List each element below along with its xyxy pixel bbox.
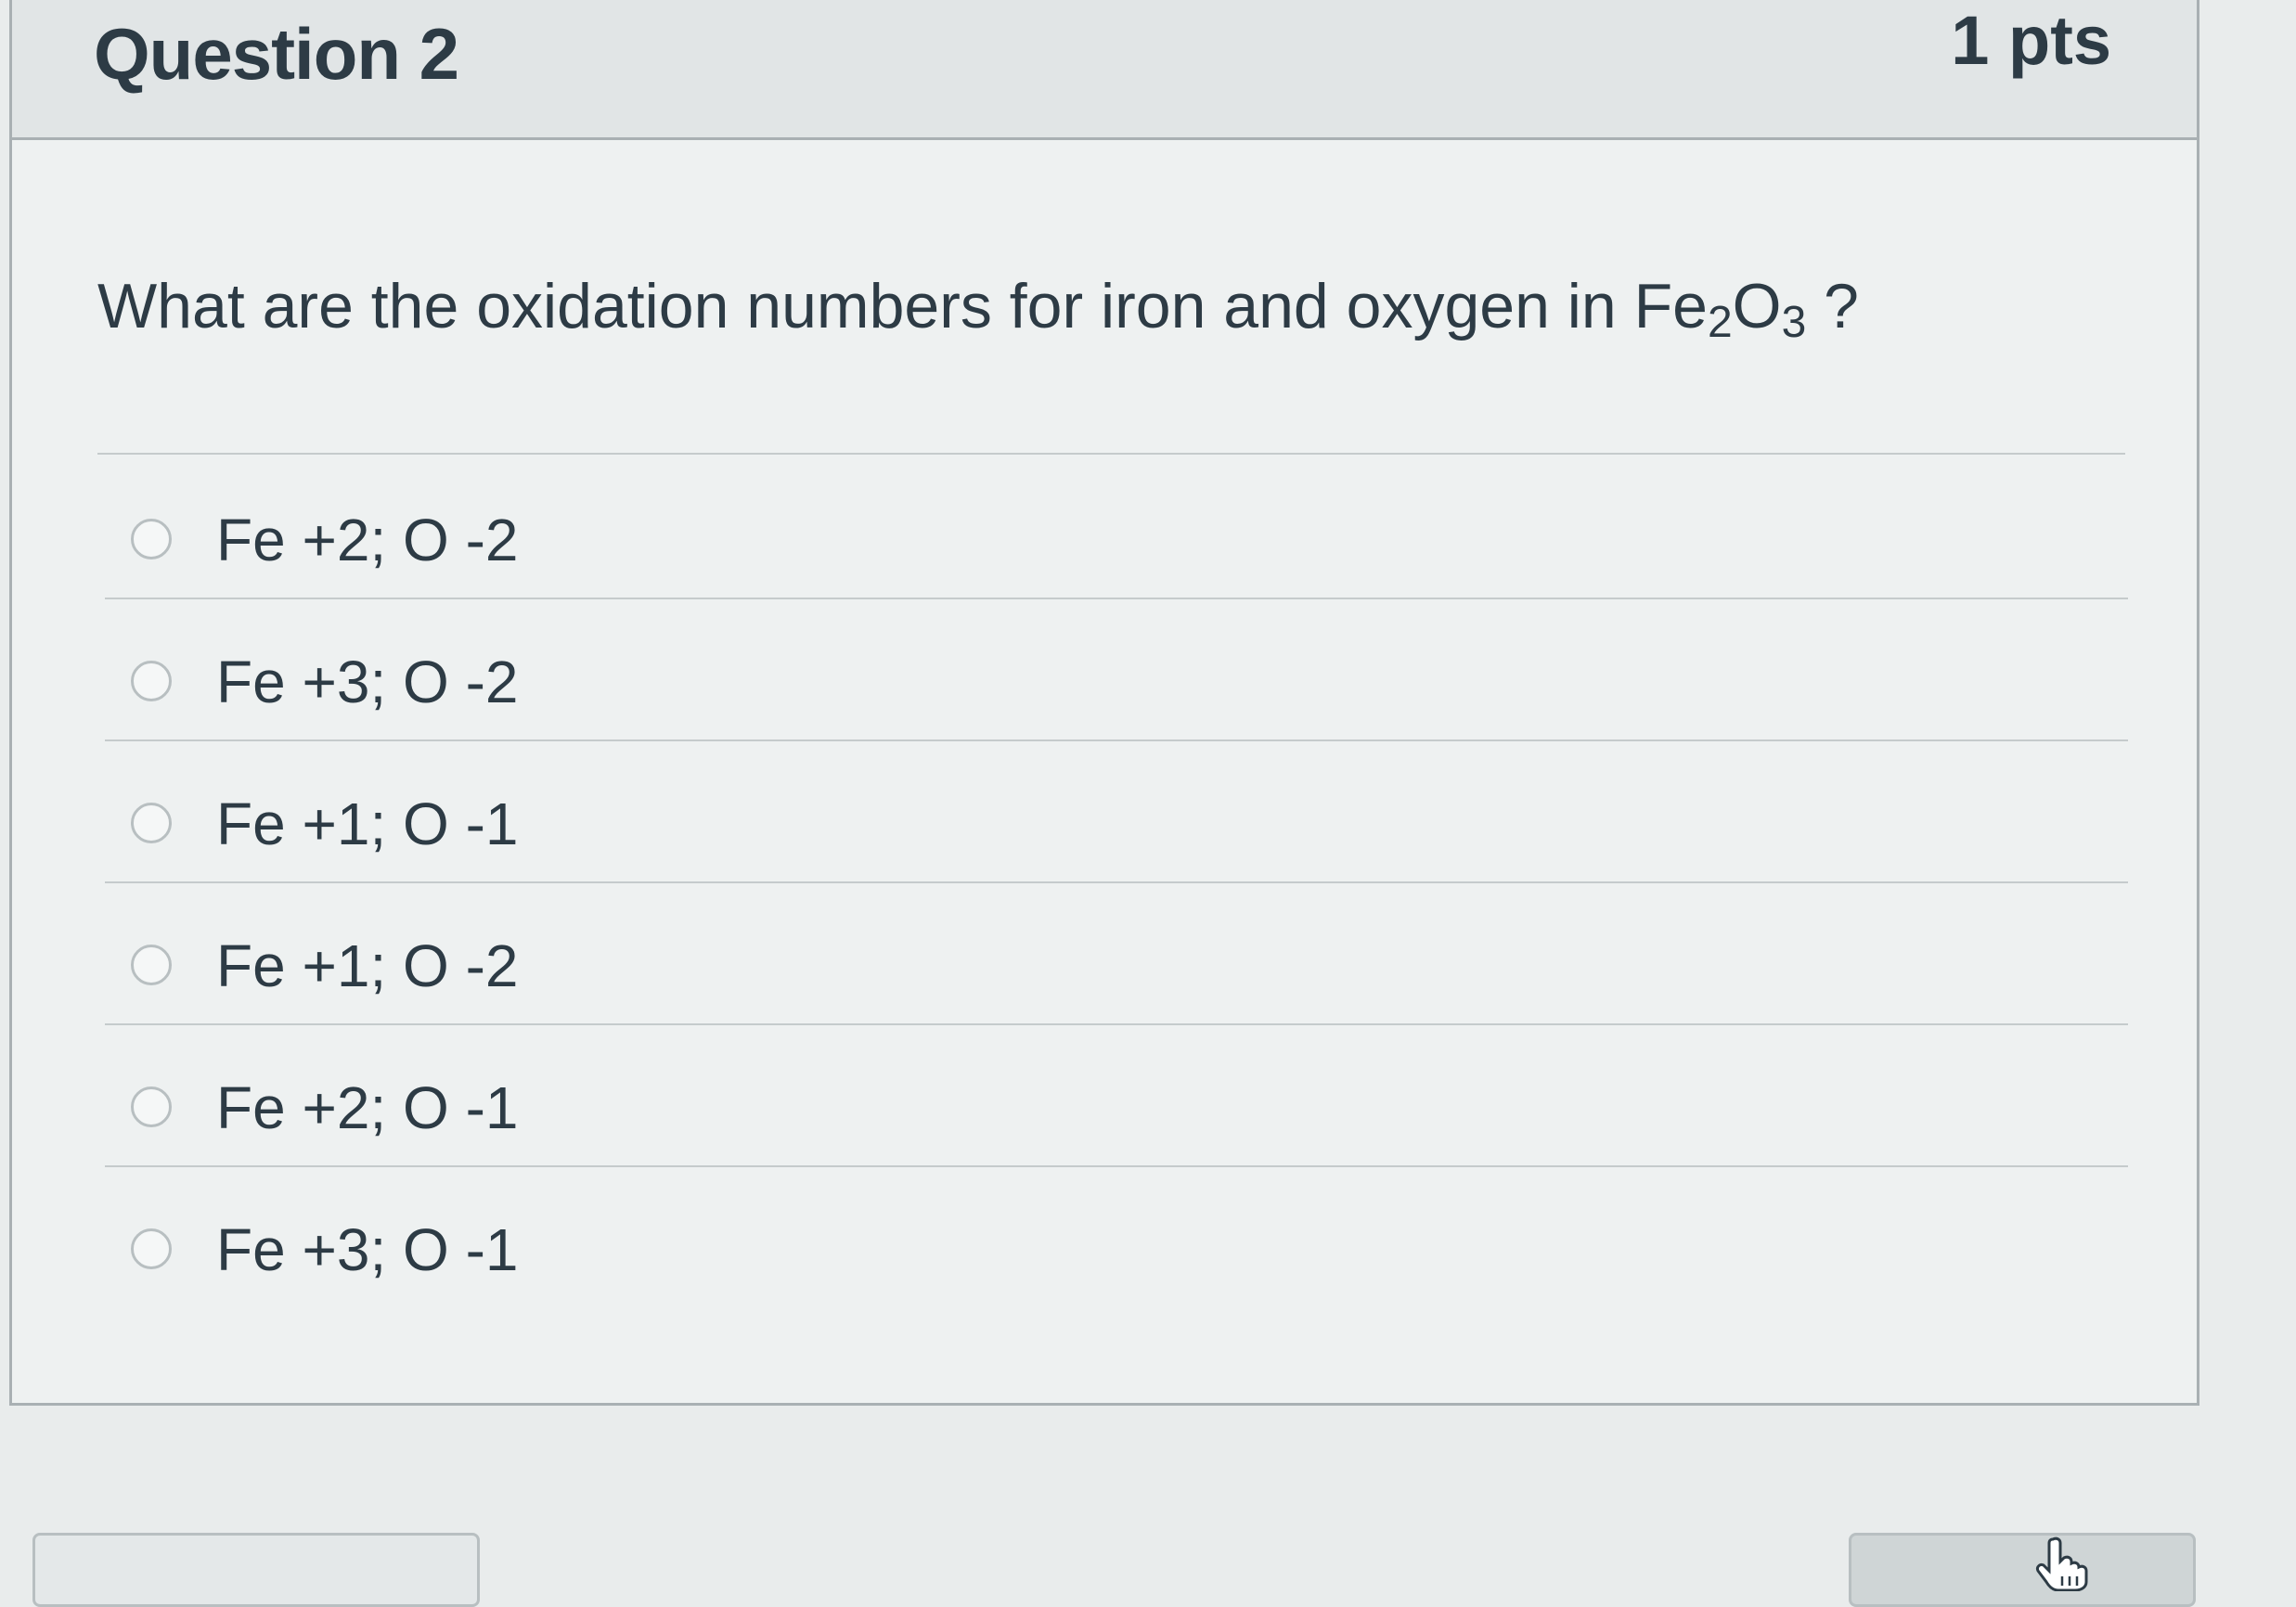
question-card: Question 2 1 pts What are the oxidation …: [9, 0, 2199, 1406]
formula-subscript-o: 3: [1781, 298, 1807, 347]
radio-button[interactable]: [131, 803, 172, 843]
question-divider: [97, 453, 2125, 455]
answer-label[interactable]: Fe +2; O -2: [216, 506, 518, 574]
answer-option[interactable]: Fe +2; O -2: [105, 457, 2128, 599]
previous-button[interactable]: [32, 1533, 480, 1607]
question-text-suffix: ?: [1806, 271, 1859, 341]
answer-label[interactable]: Fe +2; O -1: [216, 1073, 518, 1142]
question-text: What are the oxidation numbers for iron …: [97, 270, 1859, 348]
hand-pointer-icon: [2036, 1536, 2088, 1591]
answer-option[interactable]: Fe +1; O -2: [105, 883, 2128, 1025]
answer-option[interactable]: Fe +1; O -1: [105, 741, 2128, 883]
question-header: Question 2 1 pts: [12, 0, 2197, 140]
answers-list: Fe +2; O -2 Fe +3; O -2 Fe +1; O -1 Fe +…: [105, 457, 2128, 1309]
answer-option[interactable]: Fe +3; O -1: [105, 1167, 2128, 1309]
radio-button[interactable]: [131, 519, 172, 559]
formula-oxygen: O: [1732, 271, 1782, 341]
question-text-prefix: What are the oxidation numbers for iron …: [97, 271, 1708, 341]
next-button[interactable]: [1849, 1533, 2196, 1607]
formula-subscript-fe: 2: [1707, 298, 1733, 347]
radio-button[interactable]: [131, 661, 172, 701]
answer-label[interactable]: Fe +1; O -2: [216, 932, 518, 1000]
question-title: Question 2: [94, 13, 459, 95]
answer-option[interactable]: Fe +3; O -2: [105, 599, 2128, 741]
answer-label[interactable]: Fe +3; O -2: [216, 648, 518, 716]
radio-button[interactable]: [131, 1086, 172, 1127]
answer-option[interactable]: Fe +2; O -1: [105, 1025, 2128, 1167]
radio-button[interactable]: [131, 945, 172, 985]
question-points: 1 pts: [1951, 2, 2111, 79]
radio-button[interactable]: [131, 1228, 172, 1269]
answer-label[interactable]: Fe +1; O -1: [216, 790, 518, 858]
answer-label[interactable]: Fe +3; O -1: [216, 1215, 518, 1284]
